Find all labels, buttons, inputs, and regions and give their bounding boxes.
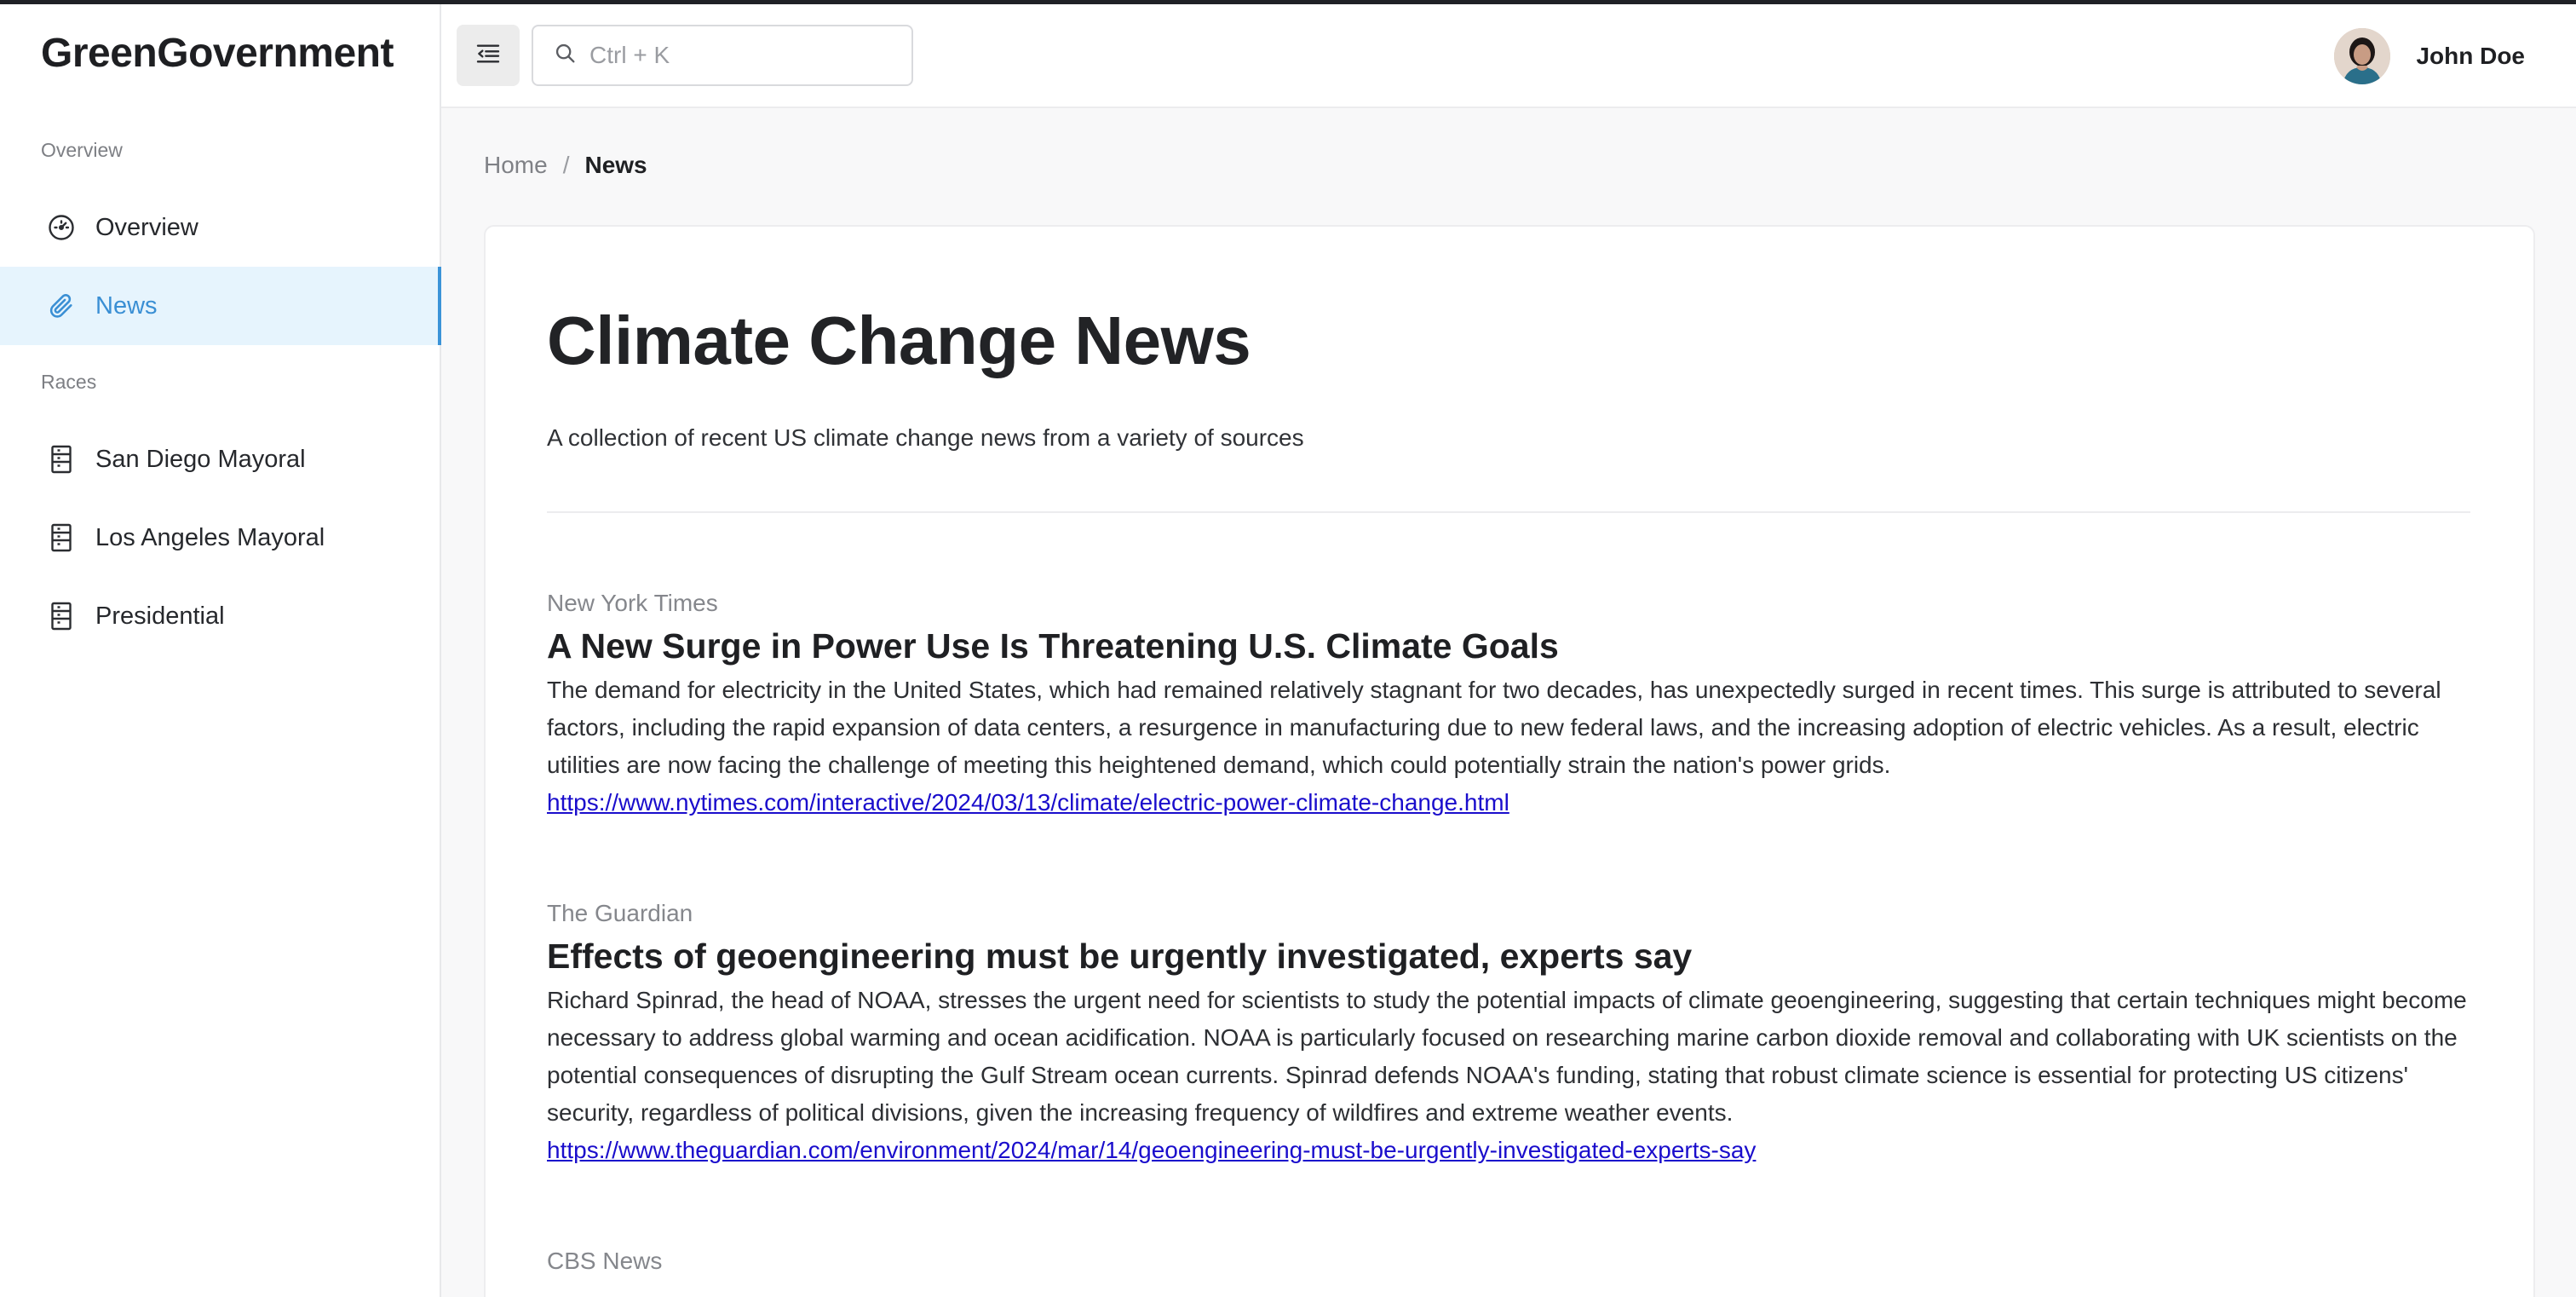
article-source: The Guardian [547, 900, 693, 926]
sidebar-item-label: Overview [95, 213, 198, 241]
article-source: CBS News [547, 1248, 663, 1274]
divider [547, 511, 2470, 513]
article-headline: Effects of geoengineering must be urgent… [547, 937, 1693, 976]
article-summary: Richard Spinrad, the head of NOAA, stres… [547, 987, 2467, 1126]
user-menu[interactable]: John Doe [2334, 28, 2525, 84]
article-headline: A New Surge in Power Use Is Threatening … [547, 626, 1559, 666]
menu-indent-icon [474, 42, 502, 70]
avatar[interactable] [2334, 28, 2391, 84]
article-link[interactable]: https://www.nytimes.com/interactive/2024… [547, 784, 1509, 821]
sidebar-item-presidential[interactable]: Presidential [0, 577, 441, 655]
sidebar-item-label: San Diego Mayoral [95, 445, 306, 473]
dashboard-gauge-icon [44, 210, 78, 245]
sidebar-item-los-angeles-mayoral[interactable]: Los Angeles Mayoral [0, 499, 441, 577]
article-source: New York Times [547, 590, 718, 616]
sidebar-item-label: News [95, 291, 158, 320]
building-icon [44, 521, 78, 555]
article-link[interactable]: https://www.theguardian.com/environment/… [547, 1132, 1756, 1169]
page-description: A collection of recent US climate change… [547, 424, 1304, 451]
sidebar-item-overview[interactable]: Overview [0, 188, 441, 267]
news-article: New York Times A New Surge in Power Use … [547, 590, 2474, 821]
sidebar-item-san-diego-mayoral[interactable]: San Diego Mayoral [0, 420, 441, 499]
news-article: CBS News [547, 1248, 2474, 1280]
sidebar: GreenGovernment Overview Overview News R… [0, 4, 441, 1297]
sidebar-item-label: Los Angeles Mayoral [95, 523, 325, 551]
building-icon [44, 599, 78, 633]
article-summary: The demand for electricity in the United… [547, 677, 2441, 778]
breadcrumb-separator: / [562, 152, 570, 178]
sidebar-section-overview-label: Overview [41, 139, 123, 161]
brand-logo-text[interactable]: GreenGovernment [41, 30, 394, 77]
top-header: John Doe [441, 4, 2576, 108]
search-box[interactable] [532, 25, 913, 86]
search-input[interactable] [589, 42, 879, 69]
sidebar-item-label: Presidential [95, 602, 225, 630]
search-icon [554, 42, 578, 70]
sidebar-toggle-button[interactable] [457, 25, 520, 86]
breadcrumb: Home / News [484, 152, 647, 179]
page-title: Climate Change News [547, 303, 1251, 378]
news-article: The Guardian Effects of geoengineering m… [547, 900, 2474, 1169]
sidebar-section-races-label: Races [41, 371, 97, 393]
building-icon [44, 442, 78, 476]
user-name: John Doe [2416, 43, 2525, 69]
paperclip-icon [44, 289, 78, 323]
sidebar-item-news[interactable]: News [0, 267, 441, 345]
breadcrumb-home-link[interactable]: Home [484, 152, 548, 179]
breadcrumb-current: News [584, 152, 647, 178]
news-card: Climate Change News A collection of rece… [484, 225, 2535, 1297]
